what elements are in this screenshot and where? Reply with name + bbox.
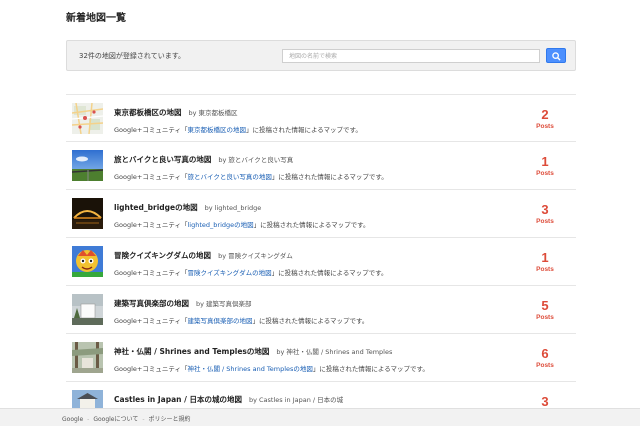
map-owner: by 建築写真倶楽部: [196, 300, 252, 308]
post-count-label: Posts: [536, 170, 554, 177]
map-description-prefix: Google+コミュニティ「: [114, 317, 188, 325]
footer-link-about[interactable]: Googleについて: [93, 416, 138, 423]
post-count: 5: [541, 298, 549, 313]
map-description-prefix: Google+コミュニティ「: [114, 221, 188, 229]
search-button[interactable]: [546, 48, 566, 63]
community-link[interactable]: 建築写真倶楽部の地図: [187, 317, 252, 325]
post-count-label: Posts: [536, 314, 554, 321]
footer-link-policy[interactable]: ポリシーと規約: [149, 416, 191, 423]
map-description-prefix: Google+コミュニティ「: [114, 126, 188, 134]
search-icon: [552, 52, 561, 61]
footer-separator: -: [87, 416, 90, 423]
map-list-item[interactable]: 冒険クイズキングダムの地図 by 冒険クイズキングダム Google+コミュニティ…: [66, 238, 576, 286]
map-thumbnail[interactable]: [72, 103, 103, 134]
post-count: 1: [541, 250, 549, 265]
map-thumbnail[interactable]: [72, 198, 103, 229]
map-list: 東京都板橋区の地図 by 東京都板橋区 Google+コミュニティ「東京都板橋区の…: [66, 94, 576, 426]
map-title[interactable]: 建築写真倶楽部の地図: [114, 299, 189, 308]
post-count-label: Posts: [536, 218, 554, 225]
post-count: 3: [541, 394, 549, 409]
community-link[interactable]: 冒険クイズキングダムの地図: [187, 269, 271, 277]
map-list-item[interactable]: 旅とバイクと良い写真の地図 by 旅とバイクと良い写真 Google+コミュニティ…: [66, 142, 576, 190]
map-description-suffix: 」に投稿された情報によるマップです。: [252, 317, 369, 325]
map-owner: by lighted_bridge: [204, 204, 262, 212]
map-description-suffix: 」に投稿された情報によるマップです。: [312, 365, 429, 373]
map-title[interactable]: Castles in Japan / 日本の城の地図: [114, 395, 242, 404]
footer-link-google[interactable]: Google: [62, 416, 83, 423]
map-list-item[interactable]: 建築写真倶楽部の地図 by 建築写真倶楽部 Google+コミュニティ「建築写真倶…: [66, 286, 576, 334]
map-title[interactable]: 旅とバイクと良い写真の地図: [114, 155, 211, 164]
post-count-label: Posts: [536, 362, 554, 369]
search-input[interactable]: [282, 49, 540, 63]
community-link[interactable]: 神社・仏閣 / Shrines and Templesの地図: [187, 365, 312, 373]
community-link[interactable]: 旅とバイクと良い写真の地図: [187, 173, 271, 181]
post-count: 6: [541, 346, 549, 361]
post-count: 2: [541, 107, 549, 122]
map-description-prefix: Google+コミュニティ「: [114, 269, 188, 277]
search-panel: 32件の地図が登録されています。: [66, 40, 576, 71]
map-title[interactable]: 冒険クイズキングダムの地図: [114, 251, 211, 260]
footer-separator: -: [142, 416, 145, 423]
community-link[interactable]: 東京都板橋区の地図: [187, 126, 246, 134]
map-thumbnail[interactable]: [72, 294, 103, 325]
map-description-prefix: Google+コミュニティ「: [114, 365, 188, 373]
post-count-label: Posts: [536, 123, 554, 130]
post-count-label: Posts: [536, 266, 554, 273]
map-thumbnail[interactable]: [72, 342, 103, 373]
map-owner: by Castles in Japan / 日本の城: [248, 396, 344, 404]
map-description-suffix: 」に投稿された情報によるマップです。: [271, 173, 388, 181]
map-description-suffix: 」に投稿された情報によるマップです。: [245, 126, 362, 134]
map-title[interactable]: 神社・仏閣 / Shrines and Templesの地図: [114, 347, 269, 356]
page-title: 新着地図一覧: [66, 13, 126, 24]
map-owner: by 旅とバイクと良い写真: [218, 156, 294, 164]
post-count: 3: [541, 202, 549, 217]
map-list-item[interactable]: lighted_bridgeの地図 by lighted_bridge Googl…: [66, 190, 576, 238]
map-thumbnail[interactable]: [72, 150, 103, 181]
map-count-summary: 32件の地図が登録されています。: [79, 52, 185, 60]
map-description-suffix: 」に投稿された情報によるマップです。: [253, 221, 370, 229]
map-owner: by 冒険クイズキングダム: [218, 252, 293, 260]
footer: Google - Googleについて - ポリシーと規約: [0, 408, 640, 426]
community-link[interactable]: lighted_bridgeの地図: [187, 221, 253, 229]
map-owner: by 東京都板橋区: [188, 109, 238, 117]
map-description-prefix: Google+コミュニティ「: [114, 173, 188, 181]
map-thumbnail[interactable]: [72, 246, 103, 277]
map-description-suffix: 」に投稿された情報によるマップです。: [271, 269, 388, 277]
map-title[interactable]: 東京都板橋区の地図: [114, 108, 182, 117]
post-count: 1: [541, 154, 549, 169]
map-list-item[interactable]: 神社・仏閣 / Shrines and Templesの地図 by 神社・仏閣 /…: [66, 334, 576, 382]
map-owner: by 神社・仏閣 / Shrines and Temples: [276, 348, 393, 356]
map-list-item[interactable]: 東京都板橋区の地図 by 東京都板橋区 Google+コミュニティ「東京都板橋区の…: [66, 94, 576, 142]
map-title[interactable]: lighted_bridgeの地図: [114, 203, 198, 212]
